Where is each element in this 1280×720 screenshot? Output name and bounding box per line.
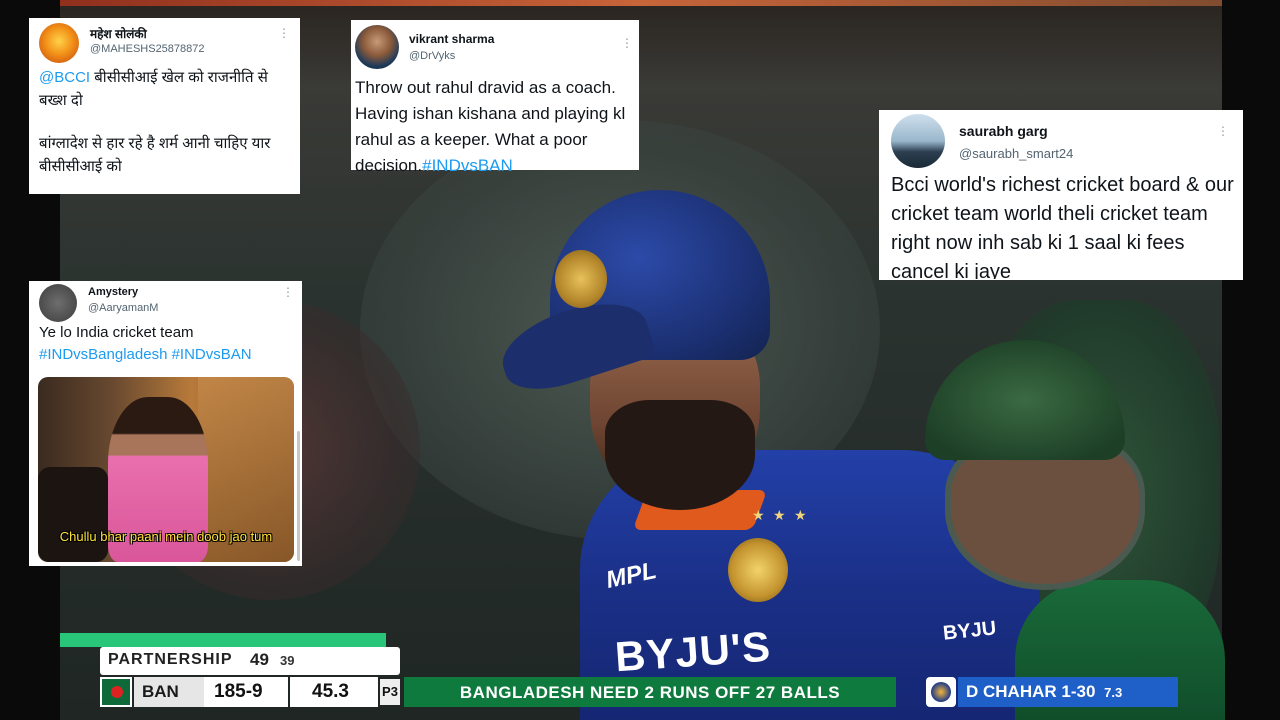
team-score: 185-9 [204, 677, 288, 707]
bangladesh-player [925, 340, 1225, 720]
avatar[interactable] [39, 23, 79, 63]
tweet-text: @BCCI बीसीसीआई खेल को राजनीति से बख्श दो [39, 66, 299, 112]
hashtag-link[interactable]: #INDvsBAN [422, 156, 513, 175]
tweet-author-handle[interactable]: @DrVyks [409, 50, 455, 62]
bowler-overs: 7.3 [1104, 685, 1123, 700]
mention-link[interactable]: @BCCI [39, 69, 90, 86]
scoreboard-accent [60, 633, 386, 647]
batting-team: BAN [134, 677, 204, 707]
partnership-label: PARTNERSHIP [108, 651, 233, 668]
bcci-badge-icon [555, 250, 607, 308]
tweet-author-name[interactable]: महेश सोलंकी [90, 25, 147, 42]
more-options-icon[interactable]: ⋮ [278, 26, 290, 40]
right-letterbox [1222, 0, 1280, 720]
tweet-card[interactable]: महेश सोलंकी @MAHESHS25878872 ⋮ @BCCI बीस… [29, 18, 300, 194]
meme-image[interactable]: Chullu bhar paani mein doob jao tum [38, 377, 294, 562]
jersey-stars: ★ ★ ★ [752, 508, 809, 524]
more-options-icon[interactable]: ⋮ [621, 36, 633, 50]
tweet-author-handle[interactable]: @MAHESHS25878872 [90, 43, 205, 55]
tweet-author-name[interactable]: vikrant sharma [409, 32, 494, 46]
news-collage: ★ ★ ★ MPL BYJU'S BYJU महेश सोलंकी @MAHES… [0, 0, 1280, 720]
avatar[interactable] [355, 25, 399, 69]
meme-chair [38, 467, 108, 562]
avatar[interactable] [891, 114, 945, 168]
tweet-card[interactable]: Amystery @AaryamanM ⋮ Ye lo India cricke… [29, 281, 302, 566]
tweet-card[interactable]: saurabh garg @saurabh_smart24 ⋮ Bcci wor… [879, 110, 1243, 280]
tweet-text-line: बांग्लादेश से हार रहे है शर्म आनी चाहिए … [39, 135, 271, 175]
partnership-balls: 39 [280, 653, 295, 668]
bowler-stats: D CHAHAR 1-30 7.3 [958, 677, 1178, 707]
scrollbar[interactable] [297, 431, 300, 561]
tweet-author-handle[interactable]: @AaryamanM [88, 302, 158, 314]
more-options-icon[interactable]: ⋮ [1217, 124, 1229, 138]
tweet-body: Ye lo India cricket team [39, 324, 194, 341]
overs: 45.3 [290, 677, 378, 707]
bcci-crest-icon [728, 538, 788, 602]
bowler-name: D CHAHAR [966, 682, 1057, 701]
bowler-figures: 1-30 [1061, 682, 1096, 701]
partnership-panel: PARTNERSHIP 49 39 [100, 647, 400, 675]
top-accent-bar [0, 0, 1280, 6]
hashtag-link[interactable]: #INDvsBangladesh #INDvsBAN [39, 344, 301, 366]
tweet-author-handle[interactable]: @saurabh_smart24 [959, 146, 1073, 161]
match-equation: BANGLADESH NEED 2 RUNS OFF 27 BALLS [404, 677, 896, 707]
partnership-runs: 49 [250, 650, 269, 669]
player-beard [605, 400, 755, 510]
bangladesh-flag-icon [100, 677, 132, 707]
india-team-logo-icon [926, 677, 956, 707]
score-bar: BAN 185-9 45.3 P3 BANGLADESH NEED 2 RUNS… [60, 677, 1184, 707]
meme-caption: Chullu bhar paani mein doob jao tum [59, 529, 273, 544]
tweet-author-name[interactable]: saurabh garg [959, 123, 1048, 139]
powerplay-indicator: P3 [380, 679, 400, 705]
helmet-top [925, 340, 1125, 460]
tweet-card[interactable]: vikrant sharma @DrVyks ⋮ Throw out rahul… [351, 20, 639, 175]
more-options-icon[interactable]: ⋮ [282, 285, 294, 299]
tweet-text: Ye lo India cricket team #INDvsBanglades… [39, 322, 301, 366]
avatar[interactable] [39, 284, 77, 322]
tweet-author-name[interactable]: Amystery [88, 286, 138, 298]
tweet-text: Bcci world's richest cricket board & our… [891, 174, 1234, 279]
tweet-text: Throw out rahul dravid as a coach. Havin… [355, 75, 637, 179]
